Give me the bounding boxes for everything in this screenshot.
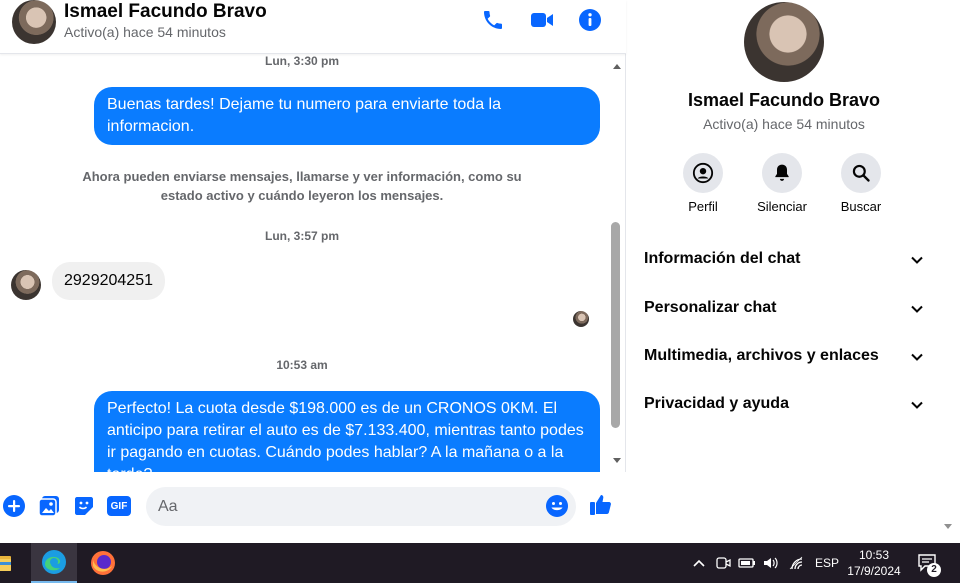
- video-call-icon[interactable]: [530, 8, 554, 32]
- panel-scroll-down-arrow[interactable]: [944, 524, 952, 529]
- chat-pane: Ismael Facundo Bravo Activo(a) hace 54 m…: [0, 0, 626, 543]
- firefox-taskbar-button[interactable]: [80, 543, 126, 583]
- plus-icon[interactable]: [2, 494, 26, 518]
- gif-icon[interactable]: GIF: [107, 496, 131, 516]
- timestamp: 10:53 am: [276, 358, 328, 372]
- sticker-icon[interactable]: [72, 494, 96, 518]
- timestamp: Lun, 3:30 pm: [264, 54, 339, 68]
- chat-header: Ismael Facundo Bravo Activo(a) hace 54 m…: [0, 0, 626, 54]
- timestamp: Lun, 3:57 pm: [264, 229, 339, 243]
- search-button[interactable]: Buscar: [826, 153, 896, 214]
- chevron-down-icon: [911, 353, 923, 361]
- section-media-files-links[interactable]: Multimedia, archivos y enlaces: [644, 341, 924, 371]
- read-receipt-avatar: [573, 311, 589, 327]
- file-explorer-button[interactable]: [0, 543, 16, 583]
- search-icon: [841, 153, 881, 193]
- message-input[interactable]: [146, 487, 576, 526]
- scroll-up-arrow[interactable]: [613, 64, 621, 69]
- wifi-icon[interactable]: [788, 555, 806, 571]
- clock-time: 10:53: [858, 548, 890, 562]
- phone-icon[interactable]: [481, 8, 505, 32]
- contact-avatar[interactable]: [12, 0, 56, 44]
- section-label: Multimedia, archivos y enlaces: [644, 347, 879, 364]
- profile-icon: [683, 153, 723, 193]
- section-chat-info[interactable]: Información del chat: [644, 244, 924, 274]
- bell-icon: [762, 153, 802, 193]
- gallery-icon[interactable]: [37, 494, 61, 518]
- gif-label: GIF: [110, 500, 128, 512]
- mute-button[interactable]: Silenciar: [747, 153, 817, 214]
- language-indicator[interactable]: ESP: [815, 543, 839, 583]
- emoji-icon[interactable]: [545, 494, 569, 518]
- chevron-down-icon: [911, 401, 923, 409]
- notification-center-button[interactable]: 2: [917, 543, 941, 583]
- system-notice: Ahora pueden enviarse mensajes, llamarse…: [82, 169, 522, 203]
- contact-avatar-large[interactable]: [744, 2, 824, 82]
- speaker-icon[interactable]: [762, 555, 780, 571]
- conversation-info-panel: Ismael Facundo Bravo Activo(a) hace 54 m…: [626, 0, 960, 543]
- panel-contact-status: Activo(a) hace 54 minutos: [703, 116, 865, 132]
- chevron-down-icon: [911, 256, 923, 264]
- search-label: Buscar: [840, 199, 882, 214]
- clock-date: 17/9/2024: [847, 564, 901, 578]
- firefox-icon: [91, 551, 115, 575]
- message-list: Lun, 3:30 pm Buenas tardes! Dejame tu nu…: [0, 54, 608, 472]
- edge-taskbar-button[interactable]: [31, 543, 77, 583]
- section-customize-chat[interactable]: Personalizar chat: [644, 293, 924, 323]
- notification-count: 2: [927, 563, 941, 577]
- edge-browser-icon: [42, 550, 66, 574]
- battery-icon[interactable]: [738, 556, 756, 570]
- meet-now-icon[interactable]: [715, 555, 731, 571]
- profile-label: Perfil: [688, 199, 718, 214]
- section-label: Información del chat: [644, 250, 801, 267]
- clock[interactable]: 10:53 17/9/2024: [846, 547, 902, 579]
- like-icon[interactable]: [589, 493, 613, 517]
- panel-contact-name: Ismael Facundo Bravo: [687, 90, 881, 110]
- composer: GIF: [0, 472, 626, 543]
- taskbar: ESP 10:53 17/9/2024 2: [0, 543, 960, 583]
- contact-status: Activo(a) hace 54 minutos: [64, 24, 226, 40]
- incoming-message[interactable]: 2929204251: [52, 262, 165, 300]
- mute-label: Silenciar: [757, 199, 807, 214]
- section-label: Personalizar chat: [644, 299, 777, 316]
- contact-avatar-small: [11, 270, 41, 300]
- profile-button[interactable]: Perfil: [668, 153, 738, 214]
- outgoing-message[interactable]: Perfecto! La cuota desde $198.000 es de …: [94, 391, 600, 472]
- chevron-down-icon: [911, 305, 923, 313]
- info-icon[interactable]: [578, 8, 602, 32]
- contact-name[interactable]: Ismael Facundo Bravo: [64, 1, 267, 23]
- scroll-down-arrow[interactable]: [613, 458, 621, 463]
- section-privacy-help[interactable]: Privacidad y ayuda: [644, 389, 924, 419]
- chat-scrollbar[interactable]: [608, 58, 625, 470]
- section-label: Privacidad y ayuda: [644, 395, 789, 412]
- scroll-thumb[interactable]: [611, 222, 620, 428]
- folder-icon: [0, 556, 11, 571]
- chevron-up-icon[interactable]: [692, 557, 706, 569]
- outgoing-message[interactable]: Buenas tardes! Dejame tu numero para env…: [94, 87, 600, 145]
